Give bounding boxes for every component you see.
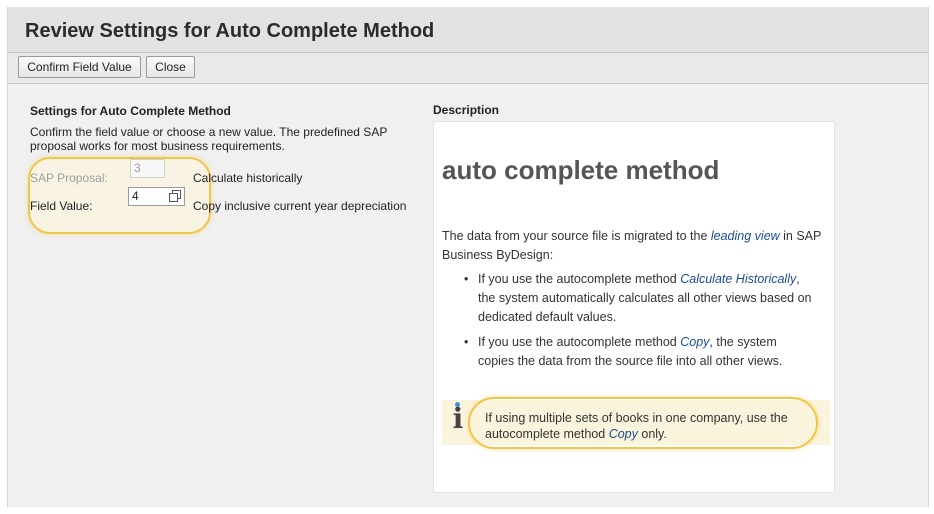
settings-title: Settings for Auto Complete Method (30, 104, 231, 118)
note-text: If using multiple sets of books in one c… (485, 410, 815, 442)
field-value-text: 4 (132, 189, 139, 203)
bullet-text: If you use the autocomplete method (478, 335, 681, 349)
copy-icon[interactable] (169, 190, 181, 202)
leading-view-link[interactable]: leading view (711, 229, 780, 243)
calculate-historically-link[interactable]: Calculate Historically (680, 272, 796, 286)
info-icon: i (448, 402, 468, 440)
sap-proposal-input: 3 (130, 159, 165, 178)
list-item: • If you use the autocomplete method Cop… (456, 333, 816, 371)
bullet-text: If you use the autocomplete method (478, 272, 681, 286)
note-text-end: only. (637, 427, 667, 441)
field-value-description: Copy inclusive current year depreciation (193, 199, 407, 213)
description-panel: auto complete method The data from your … (433, 121, 835, 493)
close-button[interactable]: Close (146, 56, 195, 78)
info-note: i If using multiple sets of books in one… (442, 397, 830, 449)
sap-proposal-description: Calculate historically (193, 171, 303, 185)
page-title: Review Settings for Auto Complete Method (25, 20, 435, 42)
field-value-label: Field Value: (30, 199, 93, 213)
description-header: Description (433, 103, 500, 117)
list-item: • If you use the autocomplete method Cal… (456, 270, 816, 327)
bullet-icon: • (464, 335, 469, 349)
description-heading: auto complete method (442, 155, 720, 185)
paragraph-text: The data from your source file is migrat… (442, 229, 711, 243)
toolbar: Confirm Field Value Close (8, 53, 928, 84)
field-value-input[interactable]: 4 (128, 187, 185, 206)
copy-link[interactable]: Copy (680, 335, 709, 349)
title-bar: Review Settings for Auto Complete Method (8, 7, 928, 53)
description-paragraph: The data from your source file is migrat… (442, 227, 822, 265)
note-copy-link[interactable]: Copy (609, 427, 638, 441)
description-bullets: • If you use the autocomplete method Cal… (456, 270, 816, 377)
sap-proposal-label: SAP Proposal: (30, 171, 108, 185)
confirm-field-value-button[interactable]: Confirm Field Value (18, 56, 141, 78)
bullet-icon: • (464, 272, 469, 286)
dialog-window: Review Settings for Auto Complete Method… (7, 7, 929, 507)
settings-intro: Confirm the field value or choose a new … (30, 125, 388, 153)
